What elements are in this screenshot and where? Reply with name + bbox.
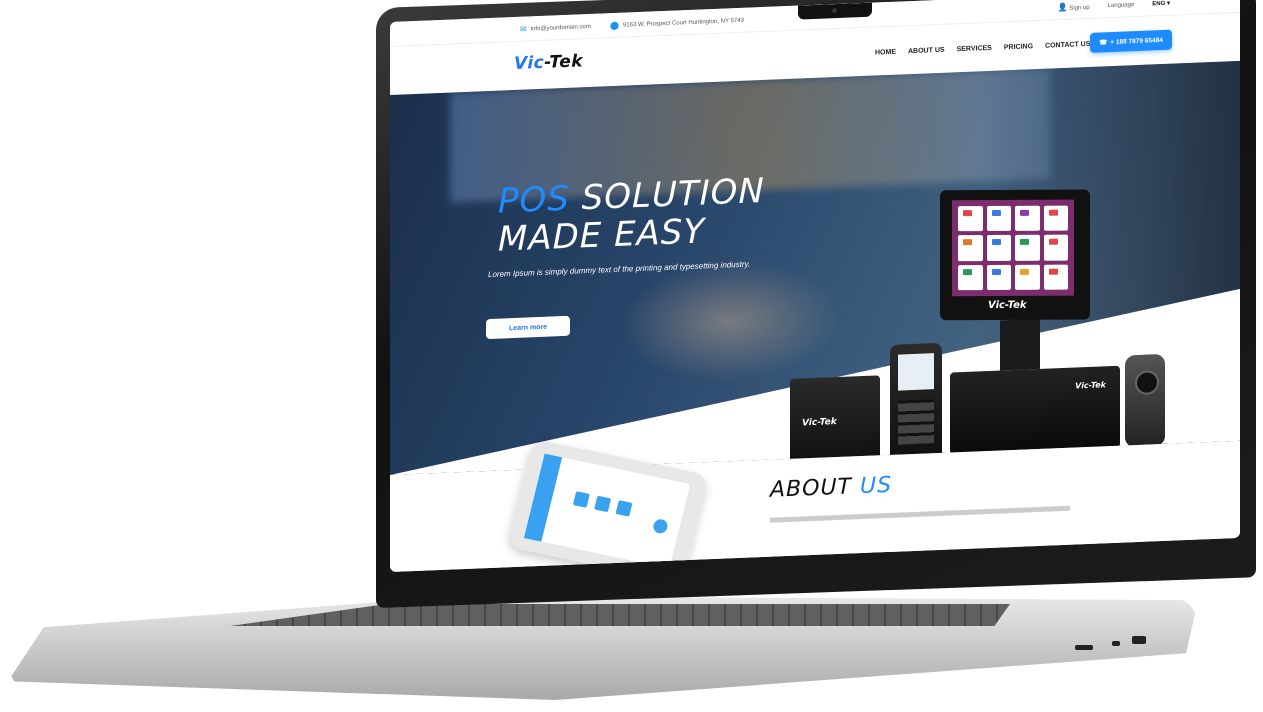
address-text: 9163 W. Prospect Court Huntington, NY 57… — [622, 17, 744, 29]
hero-title: POS SOLUTION MADE EASY — [498, 170, 765, 260]
pos-tile — [1015, 205, 1040, 232]
pos-monitor: Vic-Tek — [940, 189, 1090, 321]
nav-item-pricing[interactable]: PRICING — [1004, 43, 1033, 51]
camera-icon — [832, 8, 837, 14]
about-title-accent: US — [860, 472, 893, 500]
tablet-sidebar — [523, 453, 563, 542]
nav-item-about[interactable]: ABOUT US — [908, 47, 945, 55]
email-contact[interactable]: ✉ info@yourdomain.com — [520, 22, 591, 34]
signup-link[interactable]: 👤 Sign up — [1058, 2, 1090, 12]
chevron-down-icon: ▾ — [1166, 0, 1170, 7]
signup-label: Sign up — [1069, 4, 1090, 12]
pos-tile — [958, 264, 983, 291]
hero-title-accent: POS — [498, 178, 570, 222]
pos-tile — [958, 235, 983, 261]
phone-icon: ☎ — [1099, 39, 1108, 47]
tablet-button — [651, 518, 669, 535]
pos-tile — [1043, 234, 1068, 261]
scanner-lens — [1135, 370, 1159, 396]
pos-tile — [1043, 205, 1068, 232]
camera-notch — [798, 2, 872, 20]
about-title: ABOUT US — [770, 473, 892, 503]
pos-tile — [986, 235, 1011, 261]
port-icon — [1112, 641, 1120, 646]
pos-tile — [1015, 235, 1040, 261]
mail-icon: ✉ — [520, 24, 527, 34]
printer-brand-label: Vic-Tek — [802, 417, 837, 429]
pos-tile — [1015, 264, 1040, 290]
tablet-button — [594, 495, 612, 513]
pos-tile — [986, 264, 1011, 291]
language-value: ENG — [1152, 0, 1166, 8]
about-title-main: ABOUT — [770, 474, 852, 503]
email-text: info@yourdomain.com — [530, 23, 591, 32]
pos-display — [952, 199, 1074, 297]
hero-title-line2: MADE EASY — [498, 211, 706, 260]
site-logo[interactable]: Vic-Tek — [514, 51, 583, 74]
tablet-button — [572, 491, 590, 508]
pos-tile — [958, 206, 983, 232]
tablet-button — [615, 500, 633, 517]
hero-title-rest: SOLUTION — [581, 170, 765, 219]
logo-suffix: -Tek — [544, 51, 584, 73]
logo-prefix: Vic — [514, 52, 545, 75]
user-icon: 👤 — [1057, 2, 1068, 13]
hero-background-hand — [620, 256, 840, 386]
pos-tile — [986, 205, 1011, 232]
location-pin-icon: ⬤ — [610, 20, 619, 31]
topbar-right: 👤 Sign up Language ENG ▾ — [1058, 0, 1170, 13]
drawer-brand-label: Vic-Tek — [1075, 380, 1106, 391]
nav-menu: HOME ABOUT US SERVICES PRICING CONTACT U… — [875, 41, 1090, 57]
learn-more-button[interactable]: Learn more — [486, 315, 570, 340]
language-label: Language — [1107, 1, 1135, 9]
tablet-screen — [523, 453, 691, 569]
usb-port — [1075, 645, 1093, 650]
hdmi-port — [1132, 636, 1146, 644]
nav-item-home[interactable]: HOME — [875, 49, 896, 57]
laptop-screen: ✉ info@yourdomain.com ⬤ 9163 W. Prospect… — [390, 0, 1240, 572]
hero-section: POS SOLUTION MADE EASY Lorem Ipsum is si… — [390, 60, 1240, 475]
terminal-screen — [898, 353, 934, 391]
pos-tile — [1043, 264, 1068, 290]
phone-number: + 188 7879 65484 — [1110, 36, 1163, 46]
language-select[interactable]: ENG ▾ — [1152, 0, 1170, 8]
barcode-scanner — [1125, 353, 1165, 448]
about-text-cutoff — [770, 505, 1070, 523]
call-button[interactable]: ☎ + 188 7879 65484 — [1090, 29, 1172, 53]
pos-brand-label: Vic-Tek — [988, 299, 1027, 312]
pos-stand — [1000, 318, 1040, 371]
address-contact: ⬤ 9163 W. Prospect Court Huntington, NY … — [610, 16, 744, 30]
terminal-keypad — [898, 399, 934, 445]
card-terminal — [890, 342, 942, 463]
nav-item-services[interactable]: SERVICES — [957, 45, 992, 53]
nav-item-contact[interactable]: CONTACT US — [1045, 41, 1090, 50]
laptop-mockup: ✉ info@yourdomain.com ⬤ 9163 W. Prospect… — [0, 0, 1263, 712]
cash-drawer: Vic-Tek — [950, 365, 1120, 455]
